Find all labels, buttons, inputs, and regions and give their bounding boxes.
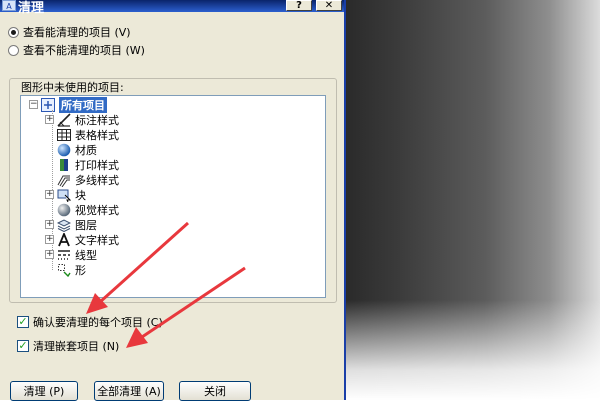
arrow-icon <box>86 221 190 314</box>
arrow-icon <box>126 266 246 348</box>
annotation-arrows <box>86 221 246 348</box>
